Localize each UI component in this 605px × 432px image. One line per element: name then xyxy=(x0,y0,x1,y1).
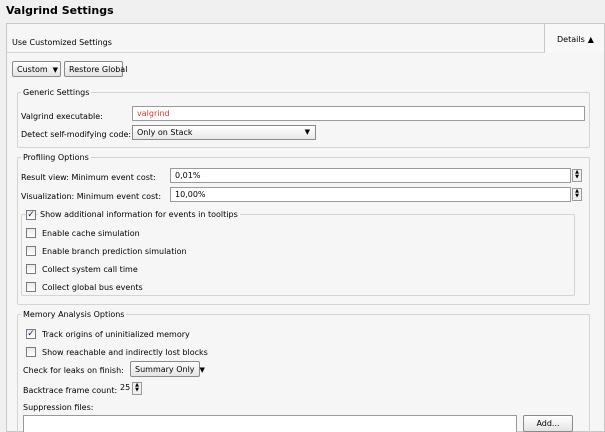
memory-analysis-title: Memory Analysis Options xyxy=(21,310,127,319)
custom-label: Custom xyxy=(17,65,48,74)
visualization-label: Visualization: Minimum event cost: xyxy=(21,192,162,201)
memory-analysis-group: Memory Analysis Options ✓ Track origins … xyxy=(17,310,590,432)
global-bus-events-label: Collect global bus events xyxy=(42,283,143,292)
visualization-input[interactable]: 10,00% xyxy=(170,187,571,202)
track-origins-checkbox[interactable]: ✓ xyxy=(26,329,36,339)
backtrace-frame-count-label: Backtrace frame count: xyxy=(23,386,118,395)
track-origins-label: Track origins of uninitialized memory xyxy=(42,330,190,339)
backtrace-frame-count-spinner[interactable]: ▲ ▼ xyxy=(132,382,142,395)
generic-settings-group: Generic Settings Valgrind executable: va… xyxy=(17,88,590,148)
detect-self-modifying-select[interactable]: Only on Stack ▼ xyxy=(132,125,316,140)
result-view-spinner[interactable]: ▲ ▼ xyxy=(572,169,582,182)
check-leaks-label: Check for leaks on finish: xyxy=(23,366,124,375)
custom-dropdown[interactable]: Custom ▼ xyxy=(12,61,61,77)
system-call-time-label: Collect system call time xyxy=(42,265,138,274)
details-label: Details xyxy=(557,35,585,44)
dropdown-arrow-icon: ▼ xyxy=(199,366,205,374)
dropdown-arrow-icon: ▼ xyxy=(304,128,310,136)
detect-self-modifying-value: Only on Stack xyxy=(137,128,193,137)
details-button[interactable]: Details ▲ xyxy=(544,24,604,53)
cache-simulation-checkbox[interactable] xyxy=(26,228,36,238)
global-bus-events-checkbox[interactable] xyxy=(26,282,36,292)
suppression-files-label: Suppression files: xyxy=(23,403,94,412)
collapse-arrow-icon: ▲ xyxy=(587,35,594,44)
tooltips-options-group: ✓ Show additional information for events… xyxy=(21,210,575,296)
show-reachable-label: Show reachable and indirectly lost block… xyxy=(42,348,208,357)
generic-settings-title: Generic Settings xyxy=(21,88,92,97)
spin-down-icon[interactable]: ▼ xyxy=(133,388,141,393)
result-view-label: Result view: Minimum event cost: xyxy=(21,173,156,182)
tooltips-checkbox[interactable]: ✓ xyxy=(26,210,36,220)
check-leaks-select[interactable]: Summary Only ▼ xyxy=(130,361,205,377)
settings-panel: Use Customized Settings Details ▲ Custom ▼… xyxy=(6,23,605,432)
branch-prediction-checkbox[interactable] xyxy=(26,246,36,256)
show-reachable-checkbox[interactable] xyxy=(26,347,36,357)
valgrind-executable-label: Valgrind executable: xyxy=(21,112,103,121)
profiling-options-title: Profiling Options xyxy=(21,153,91,162)
settings-header: Use Customized Settings Details ▲ xyxy=(7,24,604,53)
result-view-input[interactable]: 0,01% xyxy=(170,168,571,183)
branch-prediction-label: Enable branch prediction simulation xyxy=(42,247,187,256)
spin-down-icon[interactable]: ▼ xyxy=(573,175,581,180)
page-title: Valgrind Settings xyxy=(6,4,114,17)
dropdown-arrow-icon: ▼ xyxy=(52,66,59,74)
restore-global-button[interactable]: Restore Global xyxy=(64,61,127,77)
valgrind-executable-input[interactable]: valgrind xyxy=(132,106,585,121)
detect-self-modifying-label: Detect self-modifying code: xyxy=(21,130,132,139)
cache-simulation-label: Enable cache simulation xyxy=(42,229,140,238)
visualization-spinner[interactable]: ▲ ▼ xyxy=(572,188,582,201)
profiling-options-group: Profiling Options Result view: Minimum e… xyxy=(17,153,590,305)
suppression-files-list[interactable] xyxy=(23,415,517,432)
system-call-time-checkbox[interactable] xyxy=(26,264,36,274)
tooltips-label: Show additional information for events i… xyxy=(38,210,240,219)
spin-down-icon[interactable]: ▼ xyxy=(573,194,581,199)
check-leaks-value: Summary Only xyxy=(135,365,195,374)
use-customized-settings-label: Use Customized Settings xyxy=(12,38,112,47)
add-suppression-button[interactable]: Add... xyxy=(523,415,573,432)
